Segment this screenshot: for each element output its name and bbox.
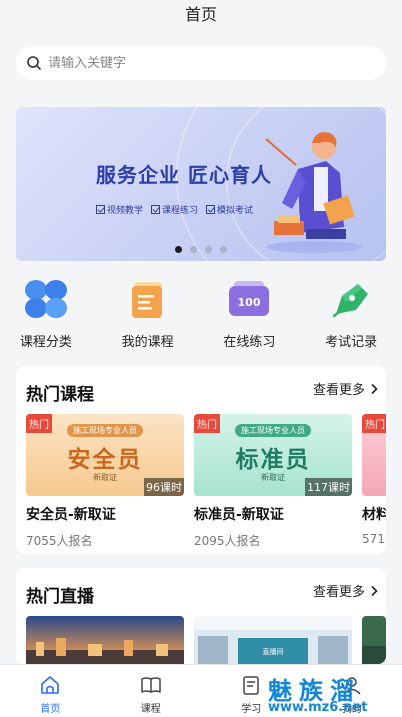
banner-tag: 课程练习 <box>151 203 198 216</box>
watermark-url: www.mz6.net <box>268 700 368 715</box>
my-course-icon <box>131 282 162 318</box>
live-thumbnail[interactable]: 直播间 <box>194 616 352 664</box>
category-icon <box>24 280 67 318</box>
course-name: 材料 <box>362 507 386 523</box>
exam-record-icon <box>332 284 369 318</box>
course-name: 标准员-新取证 <box>194 507 284 523</box>
carousel-dot[interactable] <box>220 246 227 253</box>
quick-nav-course-category[interactable]: 课程分类 <box>0 270 97 352</box>
carousel-dot[interactable] <box>205 246 212 253</box>
hot-live-section: 热门直播 查看更多 直播间 <box>16 568 386 664</box>
carousel-dot[interactable] <box>190 246 197 253</box>
live-room-sign: 直播间 <box>263 647 284 656</box>
quick-nav-exam-records[interactable]: 考试记录 <box>300 270 402 352</box>
search-bar[interactable] <box>16 46 386 80</box>
page-title: 首页 <box>184 5 217 24</box>
course-signups: 2095人报名 <box>194 534 261 548</box>
course-thumbnail: 热门 施工现场专业人员 标准员 新取证 117课时 <box>194 414 352 496</box>
quick-nav-label: 课程分类 <box>19 335 72 350</box>
live-thumbnail[interactable] <box>26 616 184 664</box>
banner-tag-label: 视频教学 <box>107 206 144 216</box>
quick-nav-label: 考试记录 <box>325 335 378 350</box>
course-subtitle: 施工现场专业人员 <box>26 424 184 437</box>
course-subtitle: 施工现场专业人员 <box>194 424 352 437</box>
tab-label: 课程 <box>140 704 161 715</box>
course-thumbnail: 热门 <box>362 414 386 496</box>
promo-banner[interactable]: 服务企业 匠心育人 视频教学 课程练习 模拟考试 <box>16 107 386 261</box>
banner-tags: 视频教学 课程练习 模拟考试 <box>96 203 253 216</box>
teacher-illustration <box>265 132 362 253</box>
tab-label: 首页 <box>40 704 61 715</box>
course-hours: 117课时 <box>305 478 352 496</box>
check-icon <box>206 205 216 214</box>
see-more-courses-link[interactable]: 查看更多 <box>313 379 380 398</box>
course-signups: 7055人报名 <box>26 534 93 548</box>
quick-nav-online-practice[interactable]: 100 在线练习 <box>199 270 301 352</box>
see-more-label: 查看更多 <box>312 585 365 600</box>
banner-tag-label: 模拟考试 <box>217 206 254 216</box>
tab-courses[interactable]: 课程 <box>101 665 202 717</box>
book-icon <box>141 677 161 693</box>
live-thumbnail[interactable] <box>362 616 386 664</box>
quick-nav-label: 我的课程 <box>121 335 174 350</box>
course-card[interactable]: 热门 施工现场专业人员 安全员 新取证 96课时 安全员-新取证 7055人报名 <box>26 414 184 549</box>
carousel-indicator <box>16 246 386 253</box>
search-icon <box>27 56 41 70</box>
banner-headline: 服务企业 匠心育人 <box>96 163 272 187</box>
course-card[interactable]: 热门 材料 5713 <box>362 414 386 546</box>
section-title: 热门课程 <box>26 385 94 405</box>
course-thumb-title: 安全员 <box>67 447 143 473</box>
see-more-live-link[interactable]: 查看更多 <box>313 581 380 600</box>
search-input[interactable] <box>48 55 348 71</box>
carousel-dot[interactable] <box>175 246 182 253</box>
chevron-right-icon <box>371 383 378 394</box>
course-name: 安全员-新取证 <box>26 507 116 523</box>
quick-nav-label: 在线练习 <box>223 335 276 350</box>
course-thumbnail: 热门 施工现场专业人员 安全员 新取证 96课时 <box>26 414 184 496</box>
chevron-right-icon <box>371 585 378 596</box>
check-icon <box>151 205 161 214</box>
practice-icon: 100 <box>229 281 270 316</box>
quick-nav-my-courses[interactable]: 我的课程 <box>97 270 199 352</box>
banner-tag: 模拟考试 <box>206 203 253 216</box>
course-subtitle-text: 施工现场专业人员 <box>67 424 143 437</box>
course-subtitle-text: 施工现场专业人员 <box>235 424 311 437</box>
banner-tag: 视频教学 <box>96 203 143 216</box>
top-bar: 首页 <box>0 0 402 34</box>
home-icon <box>41 676 60 694</box>
banner-tag-label: 课程练习 <box>162 206 199 216</box>
check-icon <box>96 205 105 214</box>
course-thumb-title: 标准员 <box>235 447 311 473</box>
hot-courses-section: 热门课程 查看更多 热门 施工现场专业人员 安全员 新取证 96课时 安全员-新… <box>16 366 386 554</box>
course-hours: 96课时 <box>144 478 184 496</box>
study-icon <box>243 676 259 695</box>
course-card[interactable]: 热门 施工现场专业人员 标准员 新取证 117课时 标准员-新取证 2095人报… <box>194 414 352 549</box>
tab-label: 学习 <box>241 704 262 715</box>
quick-nav: 课程分类 我的课程 100 在线练习 考试记录 <box>0 270 402 352</box>
see-more-label: 查看更多 <box>312 383 365 398</box>
hot-badge: 热门 <box>362 414 386 433</box>
tab-home[interactable]: 首页 <box>0 665 101 717</box>
practice-badge: 100 <box>238 296 261 309</box>
section-title: 热门直播 <box>26 587 94 607</box>
course-signups: 5713 <box>362 532 386 546</box>
